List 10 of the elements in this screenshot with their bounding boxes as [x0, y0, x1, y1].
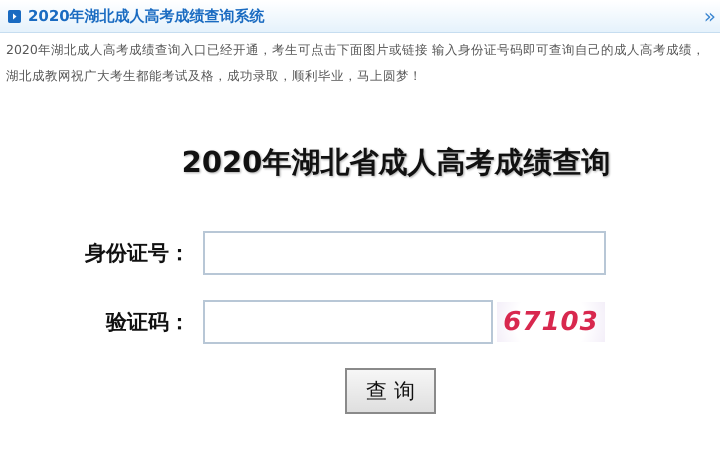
field-label: 身份证号： — [84, 240, 190, 267]
more-link[interactable]: » — [704, 6, 716, 26]
captcha-field[interactable] — [203, 300, 493, 344]
captcha-image: 67103 — [497, 302, 605, 342]
intro-text: 2020年湖北成人高考成绩查询入口已经开通，考生可点击下面图片或链接 输入身份证号码即可查询自己的成人高考成绩，湖北成教网祝广大考生都能考试及格，成功录取，顺利毕业，马上圆梦！ — [6, 41, 706, 85]
form-title: 2020年湖北省成人高考成绩查询 — [180, 144, 612, 181]
id-number-field[interactable] — [203, 231, 606, 275]
search-button[interactable]: 查 询 — [345, 368, 436, 414]
header-title: 2020年湖北成人高考成绩查询系统 — [28, 6, 266, 26]
field-label: 验证码： — [104, 309, 190, 336]
